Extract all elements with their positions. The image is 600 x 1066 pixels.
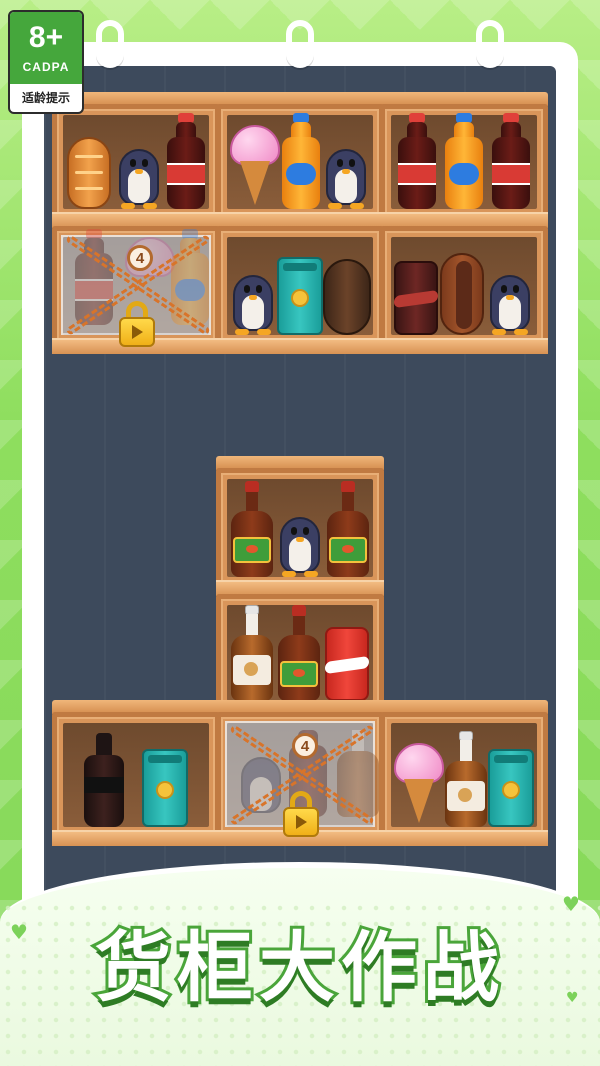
padlock-video-icon[interactable] bbox=[119, 301, 155, 347]
penguin-toy-item[interactable] bbox=[115, 139, 163, 209]
age-rating-org: CADPA bbox=[22, 60, 70, 74]
game-title: 货柜大作战 bbox=[92, 920, 505, 1015]
binder-ring-icon bbox=[96, 20, 124, 68]
dark-bread-item[interactable] bbox=[323, 259, 371, 335]
cola-bottle-item[interactable] bbox=[167, 113, 205, 209]
age-rating-number: 8+ bbox=[28, 21, 64, 54]
ice-cream-item[interactable] bbox=[389, 737, 444, 827]
ice-cream-item[interactable] bbox=[226, 119, 280, 209]
shelf-slot-top-left-upper[interactable] bbox=[52, 104, 220, 228]
binder-ring-icon bbox=[476, 20, 504, 68]
teal-box-item[interactable] bbox=[277, 257, 323, 335]
dark-bottle-item[interactable] bbox=[84, 733, 124, 827]
hotdog-item[interactable] bbox=[440, 253, 484, 335]
red-can-item[interactable] bbox=[324, 627, 369, 701]
orange-soda-bottle-item[interactable] bbox=[444, 113, 483, 209]
orange-soda-bottle-item[interactable] bbox=[282, 113, 320, 209]
lock-count-badge: 4 bbox=[127, 245, 153, 271]
cola-bottle-item[interactable] bbox=[492, 113, 531, 209]
shelf-slot-bottom-mid-locked[interactable]: 4 bbox=[216, 712, 384, 846]
shelf-slot-top-right-lower[interactable] bbox=[380, 226, 548, 354]
sauce-bottle-item[interactable] bbox=[230, 481, 273, 577]
padlock-video-icon[interactable] bbox=[283, 791, 319, 837]
penguin-toy-item[interactable] bbox=[276, 507, 324, 577]
lock-count-badge: 4 bbox=[292, 733, 318, 759]
penguin-toy-item[interactable] bbox=[229, 265, 277, 335]
bread-item[interactable] bbox=[67, 137, 111, 209]
shelf-slot-top-left-lower-locked[interactable]: 4 bbox=[52, 226, 220, 354]
shelf-slot-top-mid-lower[interactable] bbox=[216, 226, 384, 354]
age-rating-badge: 8+ CADPA 适龄提示 bbox=[8, 10, 84, 114]
age-rating-tip: 适龄提示 bbox=[21, 91, 70, 105]
binder-ring-icon bbox=[286, 20, 314, 68]
sauce-bottle-item[interactable] bbox=[327, 481, 370, 577]
dark-can-item[interactable] bbox=[394, 261, 438, 335]
penguin-toy-item[interactable] bbox=[322, 139, 370, 209]
shelf-slot-top-right-upper[interactable] bbox=[380, 104, 548, 228]
beer-bottle-item[interactable] bbox=[231, 605, 274, 701]
teal-box-item[interactable] bbox=[142, 749, 188, 827]
shelf-slot-bottom-right[interactable] bbox=[380, 712, 548, 846]
beer-bottle-item[interactable] bbox=[444, 731, 487, 827]
shelf-slot-center-upper[interactable] bbox=[216, 468, 384, 596]
teal-box-item[interactable] bbox=[488, 749, 535, 827]
shelf-slot-top-mid-upper[interactable] bbox=[216, 104, 384, 228]
cola-bottle-item[interactable] bbox=[397, 113, 436, 209]
shelf-slot-bottom-left[interactable] bbox=[52, 712, 220, 846]
sauce-bottle-item[interactable] bbox=[277, 605, 320, 701]
penguin-toy-item[interactable] bbox=[486, 265, 534, 335]
